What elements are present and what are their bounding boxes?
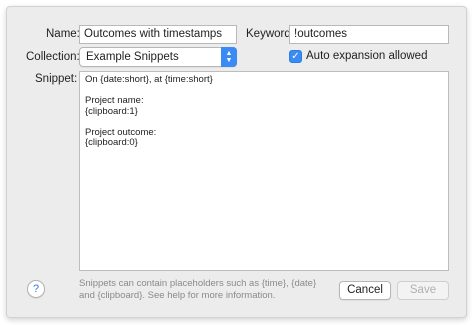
snippet-line: Project name: [85, 95, 144, 106]
collection-popup-value: Example Snippets [86, 51, 179, 63]
collection-label: Collection: [26, 51, 80, 63]
snippet-line [85, 117, 443, 128]
snippet-editor-dialog: Name: Outcomes with timestamps Keyword: … [6, 6, 467, 318]
auto-expansion-label: Auto expansion allowed [306, 50, 428, 62]
cancel-button[interactable]: Cancel [339, 281, 391, 300]
hint-line: Snippets can contain placeholders such a… [79, 278, 317, 289]
snippet-line: Project outcome: [85, 126, 157, 138]
snippet-label: Snippet: [35, 73, 78, 85]
chevron-up-down-icon: ▲ ▼ [221, 47, 237, 67]
keyword-field[interactable]: !outcomes [289, 25, 449, 44]
name-label: Name: [46, 28, 80, 40]
help-icon[interactable]: ? [27, 280, 45, 298]
snippet-textarea[interactable]: On {date:short}, at {time:short} Project… [79, 71, 449, 271]
keyword-label: Keyword: [246, 28, 294, 40]
snippet-line: {clipboard:1} [85, 105, 138, 117]
save-button[interactable]: Save [397, 281, 449, 300]
placeholder-hint: Snippets can contain placeholders such a… [79, 278, 316, 301]
snippet-line: On {date:short}, at {time:short} [85, 74, 213, 85]
hint-line: and {clipboard}. See help for more infor… [79, 289, 276, 301]
checkmark-icon: ✓ [291, 51, 300, 62]
name-field[interactable]: Outcomes with timestamps [79, 25, 237, 44]
collection-popup[interactable]: Example Snippets ▲ ▼ [79, 47, 237, 67]
snippet-line: {clipboard:0} [85, 137, 138, 148]
auto-expansion-checkbox[interactable]: ✓ [289, 50, 302, 63]
